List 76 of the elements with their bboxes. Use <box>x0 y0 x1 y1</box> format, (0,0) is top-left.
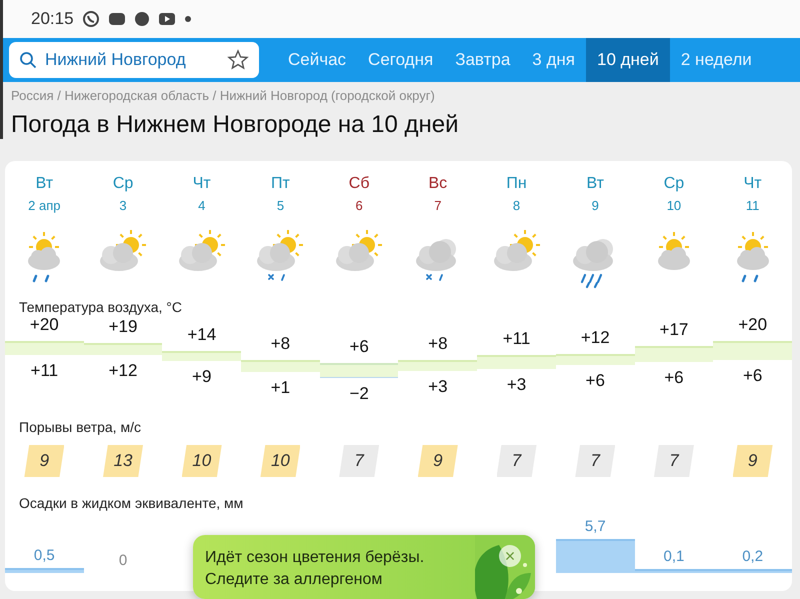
low-temperature: +9 <box>192 367 212 388</box>
low-temperature: +11 <box>30 361 58 382</box>
precipitation-value: 0,2 <box>741 548 764 565</box>
date-label: 9 <box>592 198 599 213</box>
weekday-label: Ср <box>112 175 134 193</box>
search-field[interactable]: Нижний Новгород <box>9 42 259 78</box>
weekday-label: Вт <box>586 175 604 193</box>
low-temperature: +1 <box>270 378 290 398</box>
section-label: Порывы ветра, м/с <box>18 418 142 435</box>
low-temperature: +6 <box>586 371 605 392</box>
high-temperature: +6 <box>349 337 369 358</box>
weekday-label: Вт <box>36 175 54 193</box>
low-temperature: −2 <box>349 384 369 404</box>
date-label: 8 <box>512 198 520 213</box>
date-label: 5 <box>276 198 284 213</box>
high-temperature: +8 <box>270 334 290 354</box>
video-icon <box>158 12 176 26</box>
date-label: 3 <box>119 198 127 213</box>
high-temperature: +20 <box>30 315 59 335</box>
weekday-label: Чт <box>192 175 211 193</box>
low-temperature: +3 <box>506 374 526 395</box>
app-icon <box>134 11 150 27</box>
section-label: Осадки в жидком эквиваленте, мм <box>18 494 244 511</box>
wind-gust-badge: 10 <box>182 445 222 477</box>
search-icon <box>19 51 37 69</box>
high-temperature: +19 <box>108 316 138 337</box>
wind-gust-badge: 13 <box>103 445 144 477</box>
wind-gust-badge: 7 <box>496 445 537 477</box>
date-label: 7 <box>434 198 442 213</box>
wind-gust-badge: 7 <box>575 445 616 477</box>
nav-tab[interactable]: Сегодня <box>357 38 444 82</box>
weekday-label: Сб <box>348 175 370 193</box>
wind-gust-badge: 9 <box>24 445 64 477</box>
dot-icon <box>184 15 192 23</box>
page-title: Погода в Нижнем Новгороде на 10 дней <box>11 111 460 139</box>
high-temperature: +20 <box>738 315 768 335</box>
low-temperature: +6 <box>742 366 762 386</box>
section-label: Температура воздуха, °C <box>18 298 183 315</box>
low-temperature: +6 <box>664 368 684 388</box>
wind-gust-badge: 7 <box>654 445 694 477</box>
precipitation-value: 0,1 <box>662 548 686 565</box>
weekday-label: Пт <box>271 175 290 193</box>
date-label: 2 апр <box>28 198 61 213</box>
high-temperature: +11 <box>502 329 530 350</box>
wind-gust-badge: 7 <box>339 445 380 477</box>
date-label: 6 <box>356 198 363 213</box>
nav-tab[interactable]: 10 дней <box>586 38 670 82</box>
vk-icon <box>108 11 126 27</box>
low-temperature: +12 <box>108 360 138 381</box>
weekday-label: Чт <box>744 175 762 193</box>
breadcrumb-trail[interactable]: Россия / Нижегородская область / Нижний Новгород (городской округ) <box>11 88 792 103</box>
favorite-star-icon[interactable] <box>227 49 249 71</box>
nav-tab[interactable]: Завтра <box>444 38 522 82</box>
precipitation-value: 5,7 <box>584 518 607 535</box>
precipitation-value: 0,5 <box>32 547 56 564</box>
high-temperature: +8 <box>428 334 448 354</box>
wind-gust-badge: 9 <box>418 445 458 477</box>
high-temperature: +12 <box>580 328 610 348</box>
nav-tab[interactable]: 3 дня <box>521 38 586 82</box>
weekday-label: Ср <box>664 175 684 193</box>
nav-tab[interactable]: Сейчас <box>277 38 358 82</box>
notice-text: Идёт сезон цветения берёзы. Следите за аллергеном <box>205 548 426 590</box>
weekday-label: Пн <box>506 175 527 193</box>
precipitation-value: 0 <box>118 552 128 569</box>
viber-icon <box>82 10 100 28</box>
date-label: 11 <box>746 198 760 213</box>
wind-gust-badge: 9 <box>732 445 773 477</box>
weekday-label: Вс <box>428 175 448 193</box>
high-temperature: +14 <box>187 324 216 345</box>
date-label: 4 <box>198 198 206 213</box>
wind-gust-badge: 10 <box>260 445 300 477</box>
status-time: 20:15 <box>31 9 74 29</box>
low-temperature: +3 <box>428 376 448 397</box>
high-temperature: +17 <box>660 320 688 340</box>
nav-tab[interactable]: 2 недели <box>670 38 763 82</box>
date-label: 10 <box>666 198 682 213</box>
